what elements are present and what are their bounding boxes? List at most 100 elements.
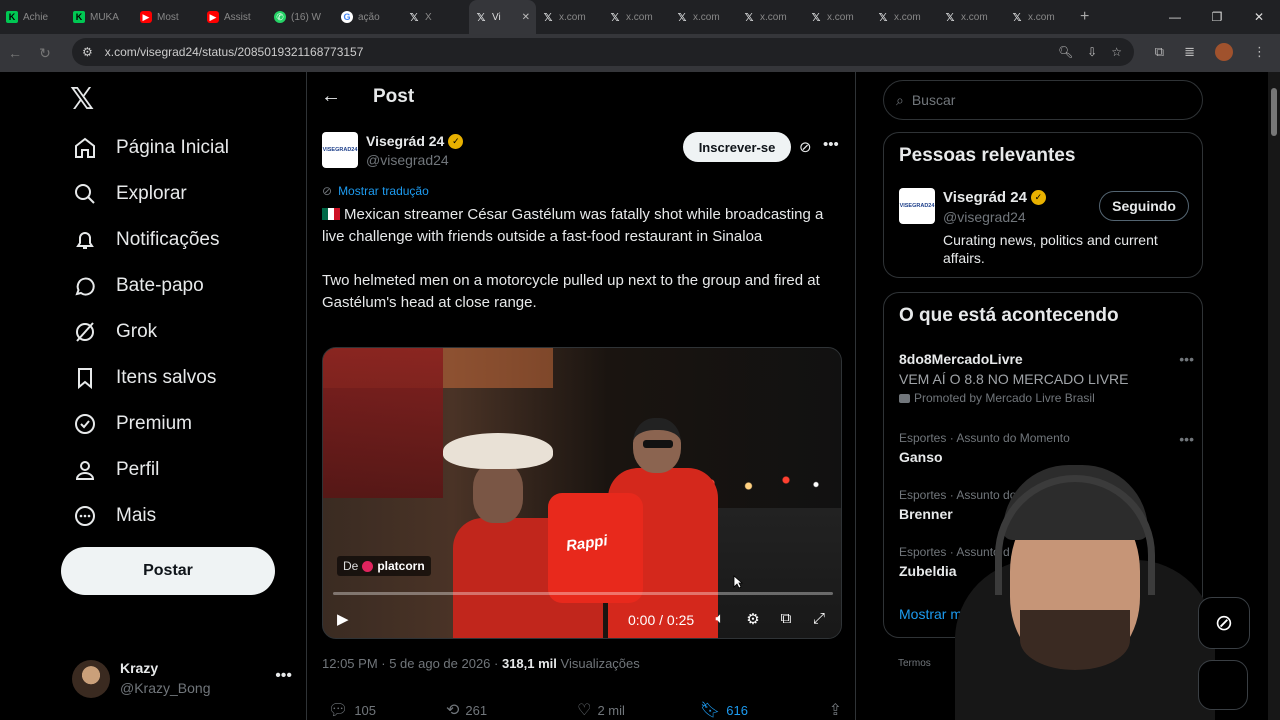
bookmark-filled-icon: 🔖︎ bbox=[699, 702, 721, 719]
scrollbar[interactable] bbox=[1268, 72, 1280, 720]
close-tab-icon[interactable]: ✕ bbox=[522, 12, 530, 23]
sidebar-item-profile[interactable]: Perfil bbox=[72, 450, 159, 490]
browser-tab[interactable]: ▶ Most bbox=[134, 0, 201, 34]
grok-icon: ⊘ bbox=[1214, 610, 1234, 635]
video-player[interactable]: Rappi De platcorn ▶ 0:00 / 0:25 🔈︎ ⚙ ⧉ ⤢ bbox=[322, 347, 842, 639]
close-window-icon[interactable]: ✕ bbox=[1238, 0, 1280, 34]
browser-menu-icon[interactable]: ⋮ bbox=[1253, 44, 1266, 60]
trend-item[interactable]: 8do8MercadoLivre VEM AÍ O 8.8 NO MERCADO… bbox=[899, 351, 1194, 405]
page-title: Post bbox=[373, 86, 415, 107]
reading-list-icon[interactable]: ≣ bbox=[1184, 44, 1195, 60]
grok-icon[interactable]: ⊘ bbox=[799, 138, 812, 156]
browser-tab[interactable]: 𝕏x.com bbox=[670, 0, 737, 34]
browser-tab[interactable]: ▶ Assist bbox=[201, 0, 268, 34]
bookmark-star-icon[interactable]: ☆ bbox=[1111, 45, 1122, 59]
install-app-icon[interactable]: ⇩ bbox=[1087, 45, 1097, 59]
share-icon: ⇪ bbox=[828, 702, 842, 719]
k-icon: K bbox=[73, 11, 85, 23]
site-info-icon[interactable]: ⚙ bbox=[82, 45, 93, 59]
zoom-icon[interactable]: 🔍︎ bbox=[1058, 45, 1073, 59]
source-avatar-icon bbox=[362, 560, 374, 572]
following-button[interactable]: Seguindo bbox=[1099, 191, 1189, 221]
mexico-flag-icon bbox=[322, 208, 340, 220]
terms-link[interactable]: Termos bbox=[898, 658, 931, 669]
x-icon: 𝕏 bbox=[476, 11, 486, 24]
repost-button[interactable]: ⟲ 261 bbox=[446, 700, 487, 720]
bookmark-icon bbox=[72, 365, 98, 391]
more-dots-icon[interactable]: ••• bbox=[1179, 351, 1194, 367]
back-nav-icon[interactable]: ← bbox=[0, 38, 30, 68]
sidebar-item-home[interactable]: Página Inicial bbox=[72, 128, 229, 168]
browser-tab[interactable]: Gação bbox=[335, 0, 402, 34]
more-dots-icon[interactable]: ••• bbox=[823, 136, 839, 153]
relevant-handle[interactable]: @visegrad24 bbox=[943, 209, 1026, 225]
new-tab-icon[interactable]: + bbox=[1080, 8, 1089, 26]
play-icon[interactable]: ▶ bbox=[337, 610, 349, 628]
x-icon: 𝕏 bbox=[744, 11, 754, 24]
account-switcher[interactable]: Krazy @Krazy_Bong ••• bbox=[72, 657, 292, 701]
x-logo[interactable]: 𝕏 bbox=[70, 82, 94, 117]
video-progress-bar[interactable] bbox=[333, 592, 833, 595]
post-meta: 12:05 PM · 5 de ago de 2026 · 318,1 mil … bbox=[322, 656, 640, 671]
popout-icon[interactable]: ⧉ bbox=[777, 610, 795, 628]
browser-tab[interactable]: ✆ (16) W bbox=[268, 0, 335, 34]
post-header: ← Post bbox=[307, 72, 855, 122]
bookmark-button[interactable]: 🔖︎ 616 bbox=[700, 700, 748, 720]
minimize-icon[interactable]: — bbox=[1154, 0, 1196, 34]
video-time: 0:00 / 0:25 bbox=[628, 612, 695, 628]
video-source-badge[interactable]: De platcorn bbox=[337, 556, 431, 576]
scrollbar-thumb[interactable] bbox=[1271, 88, 1277, 136]
maximize-icon[interactable]: ❐ bbox=[1196, 0, 1238, 34]
extensions-icon[interactable]: ⧉ bbox=[1155, 44, 1164, 60]
author-handle[interactable]: @visegrad24 bbox=[366, 152, 449, 168]
heart-icon: ♡ bbox=[577, 702, 592, 719]
browser-tab[interactable]: 𝕏x.com bbox=[536, 0, 603, 34]
sidebar-item-notifications[interactable]: Notificações bbox=[72, 220, 220, 260]
sidebar-item-bookmarks[interactable]: Itens salvos bbox=[72, 358, 216, 398]
browser-tab[interactable]: 𝕏x.com bbox=[1005, 0, 1072, 34]
browser-tab[interactable]: 𝕏x.com bbox=[804, 0, 871, 34]
settings-gear-icon[interactable]: ⚙ bbox=[744, 610, 762, 628]
sidebar-item-grok[interactable]: Grok bbox=[72, 312, 157, 352]
browser-tab[interactable]: 𝕏x.com bbox=[871, 0, 938, 34]
fullscreen-icon[interactable]: ⤢ bbox=[810, 610, 828, 628]
sidebar-item-chat[interactable]: Bate-papo bbox=[72, 266, 204, 306]
subscribe-button[interactable]: Inscrever-se bbox=[683, 132, 791, 162]
share-button[interactable]: ⇪ bbox=[829, 700, 842, 720]
messages-floating-button[interactable] bbox=[1198, 660, 1248, 710]
google-icon: G bbox=[341, 11, 353, 23]
sidebar-item-more[interactable]: Mais bbox=[72, 496, 156, 536]
x-icon: 𝕏 bbox=[409, 11, 419, 24]
like-button[interactable]: ♡ 2 mil bbox=[577, 700, 625, 720]
back-arrow-icon[interactable]: ← bbox=[321, 85, 341, 108]
reply-button[interactable]: 💬︎ 105 bbox=[328, 700, 376, 720]
whatsapp-icon: ✆ bbox=[274, 11, 286, 23]
post-button[interactable]: Postar bbox=[61, 547, 275, 595]
account-name: Krazy bbox=[120, 660, 159, 676]
relevant-name[interactable]: Visegrád 24 ✓ bbox=[943, 189, 1046, 206]
sidebar-item-explore[interactable]: Explorar bbox=[72, 174, 187, 214]
author-avatar[interactable]: VISEGRAD24 bbox=[899, 188, 935, 224]
browser-tab[interactable]: 𝕏x.com bbox=[737, 0, 804, 34]
video-background bbox=[323, 348, 443, 498]
repost-icon: ⟲ bbox=[446, 702, 460, 719]
show-translation-link[interactable]: ⊘ Mostrar tradução bbox=[322, 184, 429, 198]
reload-icon[interactable]: ↻ bbox=[30, 38, 60, 68]
author-name[interactable]: Visegrád 24 ✓ bbox=[366, 133, 464, 149]
grok-floating-button[interactable]: ⊘ bbox=[1198, 597, 1250, 649]
profile-avatar-icon[interactable] bbox=[1215, 43, 1233, 61]
webcam-overlay bbox=[955, 440, 1215, 720]
volume-icon[interactable]: 🔈︎ bbox=[711, 610, 729, 628]
browser-tab[interactable]: 𝕏x.com bbox=[603, 0, 670, 34]
webcam-beard bbox=[1020, 610, 1130, 670]
sidebar-item-premium[interactable]: Premium bbox=[72, 404, 192, 444]
browser-tab[interactable]: 𝕏X bbox=[402, 0, 469, 34]
url-field[interactable]: ⚙ x.com/visegrad24/status/20850193211687… bbox=[72, 38, 1134, 66]
browser-tab-active[interactable]: 𝕏 Vi ✕ bbox=[469, 0, 536, 34]
browser-tab[interactable]: K Achie bbox=[0, 0, 67, 34]
browser-tab[interactable]: K MUKA bbox=[67, 0, 134, 34]
search-input[interactable]: ⌕ Buscar bbox=[883, 80, 1203, 120]
more-dots-icon[interactable]: ••• bbox=[275, 667, 292, 685]
browser-tab[interactable]: 𝕏x.com bbox=[938, 0, 1005, 34]
author-avatar[interactable]: VISEGRAD24 bbox=[322, 132, 358, 168]
